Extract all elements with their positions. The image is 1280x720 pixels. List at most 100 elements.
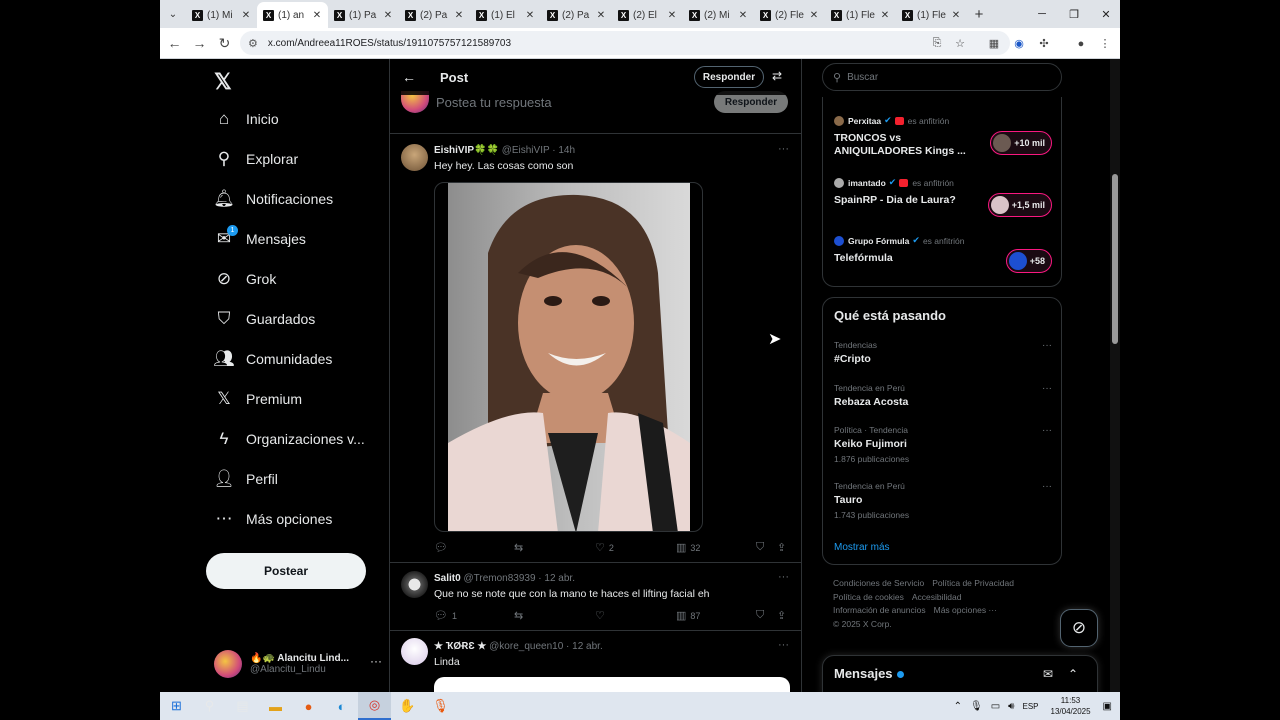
microphone-app-icon[interactable]: 🎙︎ bbox=[424, 692, 457, 720]
install-icon[interactable]: ⎘ bbox=[926, 28, 948, 59]
close-tab-icon[interactable]: ✕ bbox=[381, 10, 395, 21]
close-tab-icon[interactable]: ✕ bbox=[665, 10, 679, 21]
nav-item-organizaciones-v[interactable]: ϟ Organizaciones v... bbox=[212, 424, 365, 454]
footer-link[interactable]: Condiciones de Servicio bbox=[833, 578, 924, 588]
nav-item-premium[interactable]: 𝕏 Premium bbox=[212, 384, 302, 414]
retweet-action[interactable]: ⇆ bbox=[514, 609, 527, 622]
space-listeners-pill[interactable]: +10 mil bbox=[990, 131, 1052, 155]
extension-shield-icon[interactable]: ◉ bbox=[1008, 28, 1030, 59]
space-listeners-pill[interactable]: +58 bbox=[1005, 249, 1052, 273]
more-icon[interactable]: ··· bbox=[778, 143, 789, 155]
minimize-button[interactable]: ─ bbox=[1026, 0, 1058, 28]
views-action[interactable]: ▥ 87 bbox=[676, 609, 700, 622]
more-icon[interactable]: ··· bbox=[1042, 425, 1052, 436]
post-button[interactable]: Postear bbox=[206, 553, 366, 589]
filter-icon[interactable]: ⇄ bbox=[772, 69, 782, 83]
more-icon[interactable]: ··· bbox=[1042, 481, 1052, 492]
nav-item-perfil[interactable]: 👤︎ Perfil bbox=[212, 464, 278, 494]
chrome-icon[interactable]: ◎ bbox=[358, 692, 391, 720]
browser-tab[interactable]: X (1) Mi ✕ bbox=[186, 2, 257, 28]
show-more-link[interactable]: Mostrar más bbox=[834, 542, 890, 553]
close-tab-icon[interactable]: ✕ bbox=[310, 10, 324, 21]
chevron-up-icon[interactable]: ⌃ bbox=[954, 701, 962, 712]
tweet-meta[interactable]: @kore_queen10 · 12 abr. bbox=[489, 641, 603, 652]
nav-item-mensajes[interactable]: ✉ 1 Mensajes bbox=[212, 224, 306, 254]
maximize-button[interactable]: ❐ bbox=[1058, 0, 1090, 28]
reply-tweet[interactable]: EishiVIP🍀🍀 @EishiVIP · 14h ··· Hey hey. … bbox=[390, 135, 801, 563]
back-arrow-icon[interactable]: ← bbox=[402, 69, 422, 85]
file-explorer-icon[interactable]: ▬ bbox=[259, 692, 292, 720]
firefox-icon[interactable]: ● bbox=[292, 692, 325, 720]
reload-icon[interactable]: ↻ bbox=[212, 28, 237, 59]
star-icon[interactable]: ☆ bbox=[949, 28, 971, 59]
close-tab-icon[interactable]: ✕ bbox=[807, 10, 821, 21]
nav-item-explorar[interactable]: ⚲ Explorar bbox=[212, 144, 298, 174]
extension-box-icon[interactable]: ▦ bbox=[983, 28, 1005, 59]
language-indicator[interactable]: ESP bbox=[1022, 702, 1038, 711]
trend-item[interactable]: Tendencia en Perú Rebaza Acosta ··· bbox=[834, 383, 1052, 408]
more-icon[interactable]: ··· bbox=[1042, 383, 1052, 394]
browser-tab[interactable]: X (2) El ✕ bbox=[612, 2, 683, 28]
like-action[interactable]: ♡ 2 bbox=[595, 541, 614, 554]
space-item[interactable]: imantado ✔ es anfitrión SpainRP - Dia de L… bbox=[834, 177, 1052, 217]
bookmark-action[interactable]: ⛉ bbox=[756, 609, 768, 622]
expand-icon[interactable]: ⌃ bbox=[1068, 667, 1078, 681]
edge-icon[interactable]: ◐ bbox=[325, 692, 358, 720]
page-scrollbar[interactable] bbox=[1110, 59, 1120, 692]
search-field[interactable]: ⚲ Buscar bbox=[822, 63, 1062, 91]
microphone-icon[interactable]: 🎙︎ bbox=[970, 701, 983, 712]
new-tab-button[interactable]: + bbox=[967, 6, 991, 23]
close-tab-icon[interactable]: ✕ bbox=[949, 10, 963, 21]
browser-tab[interactable]: X (1) El ✕ bbox=[470, 2, 541, 28]
browser-tab[interactable]: X (1) Fle ✕ bbox=[896, 2, 967, 28]
footer-link[interactable]: Accesibilidad bbox=[912, 592, 962, 602]
x-logo-icon[interactable]: 𝕏 bbox=[214, 69, 232, 95]
browser-tab[interactable]: X (1) Fle ✕ bbox=[825, 2, 896, 28]
tweet-meta[interactable]: @Tremon83939 · 12 abr. bbox=[463, 573, 575, 584]
more-icon[interactable]: ··· bbox=[1042, 340, 1052, 351]
browser-tab[interactable]: X (1) an ✕ bbox=[257, 2, 328, 28]
browser-tab[interactable]: X (1) Pa ✕ bbox=[328, 2, 399, 28]
reply-input[interactable]: Postea tu respuesta bbox=[436, 95, 552, 110]
reply-action[interactable]: 💬︎ bbox=[434, 541, 452, 554]
tweet-image[interactable] bbox=[434, 677, 790, 692]
share-action[interactable]: ⇪ bbox=[777, 609, 790, 622]
volume-icon[interactable]: 🔊︎ bbox=[1008, 701, 1014, 712]
tweet-meta[interactable]: @EishiVIP · 14h bbox=[502, 145, 575, 156]
search-icon[interactable]: ⚲ bbox=[193, 692, 226, 720]
close-window-button[interactable]: ✕ bbox=[1090, 0, 1120, 28]
notification-icon[interactable]: ▣ bbox=[1103, 701, 1112, 712]
reply-action[interactable]: 💬︎ 1 bbox=[434, 609, 457, 622]
nav-item-más-opciones[interactable]: ⋯ Más opciones bbox=[212, 504, 333, 534]
close-tab-icon[interactable]: ✕ bbox=[736, 10, 750, 21]
nav-item-notificaciones[interactable]: 🔔︎ Notificaciones bbox=[212, 184, 333, 214]
trend-item[interactable]: Política · Tendencia Keiko Fujimori 1.87… bbox=[834, 425, 1052, 464]
avatar[interactable] bbox=[401, 144, 428, 171]
scrollbar-thumb[interactable] bbox=[1112, 174, 1118, 344]
url-field[interactable]: ⚙ x.com/Andreea11ROES/status/19110757571… bbox=[240, 31, 1010, 55]
more-icon[interactable]: ··· bbox=[370, 654, 382, 668]
nav-item-comunidades[interactable]: 👥︎ Comunidades bbox=[212, 344, 332, 374]
more-icon[interactable]: ··· bbox=[778, 571, 789, 583]
close-tab-icon[interactable]: ✕ bbox=[452, 10, 466, 21]
messages-drawer[interactable]: Mensajes ✉ ⌃ bbox=[822, 655, 1098, 692]
footer-link[interactable]: Más opciones ··· bbox=[934, 605, 997, 615]
close-tab-icon[interactable]: ✕ bbox=[239, 10, 253, 21]
account-switcher[interactable]: 🔥🐢 Alancitu Lind... @Alancitu_Lindu ··· bbox=[214, 644, 384, 684]
like-action[interactable]: ♡ bbox=[595, 609, 609, 622]
network-icon[interactable]: ▭ bbox=[991, 701, 1000, 712]
views-action[interactable]: ▥ 32 bbox=[676, 541, 700, 554]
tweet-author-name[interactable]: EishiVIP🍀🍀 bbox=[434, 145, 499, 156]
new-message-icon[interactable]: ✉ bbox=[1043, 667, 1053, 681]
back-icon[interactable]: ← bbox=[162, 28, 187, 59]
nav-item-inicio[interactable]: ⌂ Inicio bbox=[212, 104, 279, 134]
bookmark-action[interactable]: ⛉ bbox=[756, 541, 768, 554]
browser-tab[interactable]: X (2) Mi ✕ bbox=[683, 2, 754, 28]
tweet-image[interactable] bbox=[434, 182, 703, 532]
close-tab-icon[interactable]: ✕ bbox=[878, 10, 892, 21]
site-info-icon[interactable]: ⚙ bbox=[248, 37, 258, 50]
windows-start-icon[interactable]: ⊞ bbox=[160, 692, 193, 720]
nav-item-guardados[interactable]: ⛉ Guardados bbox=[212, 304, 316, 334]
footer-link[interactable]: Política de cookies bbox=[833, 592, 904, 602]
tweet-author-name[interactable]: ★ ҠØɌƐ ★ bbox=[434, 641, 486, 652]
